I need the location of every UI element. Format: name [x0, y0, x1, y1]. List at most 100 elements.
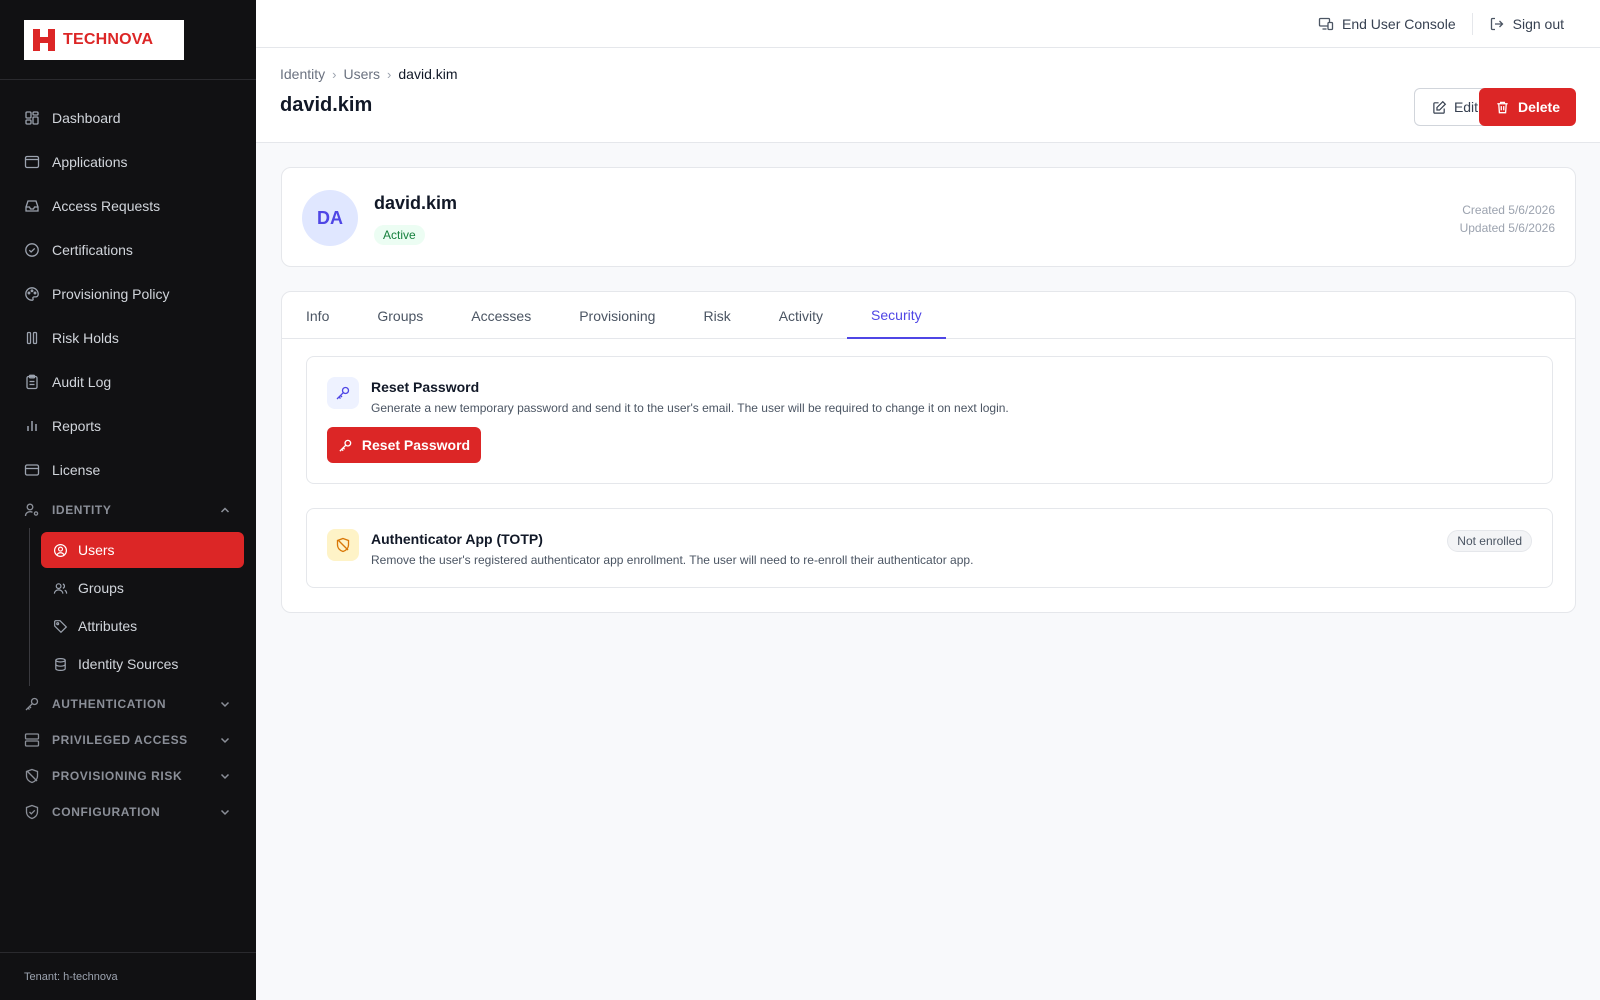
- edit-label: Edit: [1453, 99, 1479, 115]
- section-provisioning-risk[interactable]: PROVISIONING RISK: [0, 758, 256, 794]
- tab-bar: Info Groups Accesses Provisioning Risk A…: [282, 292, 1575, 339]
- reset-password-button[interactable]: Reset Password: [327, 427, 481, 463]
- sidebar-item-certifications[interactable]: Certifications: [0, 228, 256, 272]
- section-authentication[interactable]: AUTHENTICATION: [0, 686, 256, 722]
- page-header: Identity › Users › david.kim david.kim E…: [256, 48, 1600, 143]
- reset-password-description: Generate a new temporary password and se…: [371, 401, 1009, 415]
- tab-security[interactable]: Security: [847, 292, 946, 339]
- sidebar-item-label: Reports: [52, 418, 102, 434]
- user-circle-icon: [53, 543, 68, 557]
- trash-icon: [1497, 101, 1508, 113]
- totp-icon-box: [327, 529, 359, 561]
- sidebar-item-label: Risk Holds: [52, 330, 119, 346]
- bar-chart-icon: [27, 421, 37, 431]
- sign-out-label: Sign out: [1512, 15, 1564, 32]
- key-icon: [25, 697, 39, 711]
- brand-name: TECHNOVA: [63, 30, 154, 48]
- pause-icon: [26, 331, 38, 345]
- totp-status-badge: Not enrolled: [1447, 530, 1532, 552]
- sidebar-item-provisioning-policy[interactable]: Provisioning Policy: [0, 272, 256, 316]
- sidebar-item-identity-sources[interactable]: Identity Sources: [41, 646, 244, 682]
- tab-activity[interactable]: Activity: [755, 292, 847, 339]
- delete-button[interactable]: Delete: [1479, 88, 1576, 126]
- sidebar-item-applications[interactable]: Applications: [0, 140, 256, 184]
- user-profile-card: DA david.kim Active Created 5/6/2026 Upd…: [281, 167, 1576, 267]
- check-circle-icon: [25, 243, 39, 257]
- end-user-console-label: End User Console: [1342, 15, 1456, 32]
- tab-info[interactable]: Info: [282, 292, 353, 339]
- sidebar-item-label: Access Requests: [52, 198, 161, 214]
- window-icon: [24, 155, 40, 169]
- devices-icon: [1318, 17, 1334, 30]
- key-icon: [339, 439, 352, 452]
- sidebar-item-label: Identity Sources: [78, 656, 179, 672]
- brand-area: TECHNOVA: [0, 0, 256, 80]
- sidebar-item-license[interactable]: License: [0, 448, 256, 492]
- sidebar-item-label: Applications: [52, 154, 128, 170]
- sidebar-item-label: Certifications: [52, 242, 133, 258]
- reset-password-title: Reset Password: [371, 379, 480, 395]
- sidebar-item-label: License: [52, 462, 101, 478]
- totp-panel: Authenticator App (TOTP) Remove the user…: [306, 508, 1553, 588]
- totp-description: Remove the user's registered authenticat…: [371, 553, 974, 567]
- sidebar: TECHNOVA Dashboard Applications Access R…: [0, 0, 256, 1000]
- sidebar-item-attributes[interactable]: Attributes: [41, 608, 244, 644]
- section-label: AUTHENTICATION: [52, 697, 167, 711]
- tab-risk[interactable]: Risk: [679, 292, 754, 339]
- delete-label: Delete: [1517, 99, 1561, 115]
- tenant-label: Tenant: h-technova: [0, 952, 256, 1000]
- section-label: CONFIGURATION: [52, 805, 161, 819]
- sidebar-item-dashboard[interactable]: Dashboard: [0, 96, 256, 140]
- chevron-right-icon: ›: [332, 66, 337, 82]
- sidebar-item-users[interactable]: Users: [41, 532, 244, 568]
- breadcrumb-current: david.kim: [398, 66, 458, 82]
- tab-groups[interactable]: Groups: [353, 292, 447, 339]
- sidebar-item-label: Audit Log: [52, 374, 112, 390]
- tab-provisioning[interactable]: Provisioning: [555, 292, 679, 339]
- key-icon: [336, 386, 350, 400]
- shield-off-icon: [25, 768, 39, 784]
- user-detail-tabs: Info Groups Accesses Provisioning Risk A…: [281, 291, 1576, 613]
- sidebar-item-reports[interactable]: Reports: [0, 404, 256, 448]
- section-privileged-access[interactable]: PRIVILEGED ACCESS: [0, 722, 256, 758]
- breadcrumb-users[interactable]: Users: [343, 66, 380, 82]
- sidebar-item-access-requests[interactable]: Access Requests: [0, 184, 256, 228]
- sidebar-item-label: Dashboard: [52, 110, 121, 126]
- chevron-up-icon: [220, 507, 230, 513]
- reset-password-button-label: Reset Password: [361, 437, 471, 453]
- logo[interactable]: TECHNOVA: [24, 19, 184, 60]
- tab-accesses[interactable]: Accesses: [447, 292, 555, 339]
- sidebar-item-audit-log[interactable]: Audit Log: [0, 360, 256, 404]
- edit-icon: [1433, 100, 1447, 114]
- card-icon: [24, 464, 40, 476]
- chevron-down-icon: [220, 737, 230, 744]
- sidebar-item-groups[interactable]: Groups: [41, 570, 244, 606]
- sign-out-link[interactable]: Sign out: [1473, 12, 1580, 36]
- chevron-down-icon: [220, 773, 230, 780]
- users-icon: [53, 582, 68, 594]
- created-date: Created 5/6/2026: [1462, 203, 1555, 217]
- reset-password-icon-box: [327, 377, 359, 409]
- sidebar-item-label: Users: [78, 542, 115, 558]
- main-nav: Dashboard Applications Access Requests C…: [0, 80, 256, 830]
- section-label: PRIVILEGED ACCESS: [52, 733, 188, 747]
- chevron-down-icon: [220, 701, 230, 708]
- avatar: DA: [302, 190, 358, 246]
- chevron-right-icon: ›: [387, 66, 392, 82]
- shield-check-icon: [25, 804, 39, 820]
- end-user-console-link[interactable]: End User Console: [1302, 12, 1472, 36]
- shield-off-icon: [336, 537, 350, 553]
- user-name: david.kim: [374, 193, 458, 213]
- server-icon: [24, 733, 40, 747]
- sidebar-item-risk-holds[interactable]: Risk Holds: [0, 316, 256, 360]
- section-identity[interactable]: IDENTITY: [0, 492, 256, 528]
- section-label: PROVISIONING RISK: [52, 769, 183, 783]
- reset-password-panel: Reset Password Generate a new temporary …: [306, 356, 1553, 484]
- breadcrumb-identity[interactable]: Identity: [280, 66, 325, 82]
- sidebar-item-label: Provisioning Policy: [52, 286, 170, 302]
- section-configuration[interactable]: CONFIGURATION: [0, 794, 256, 830]
- log-out-icon: [1490, 17, 1504, 30]
- page-title: david.kim: [280, 94, 373, 116]
- chevron-down-icon: [220, 809, 230, 816]
- database-icon: [55, 657, 66, 671]
